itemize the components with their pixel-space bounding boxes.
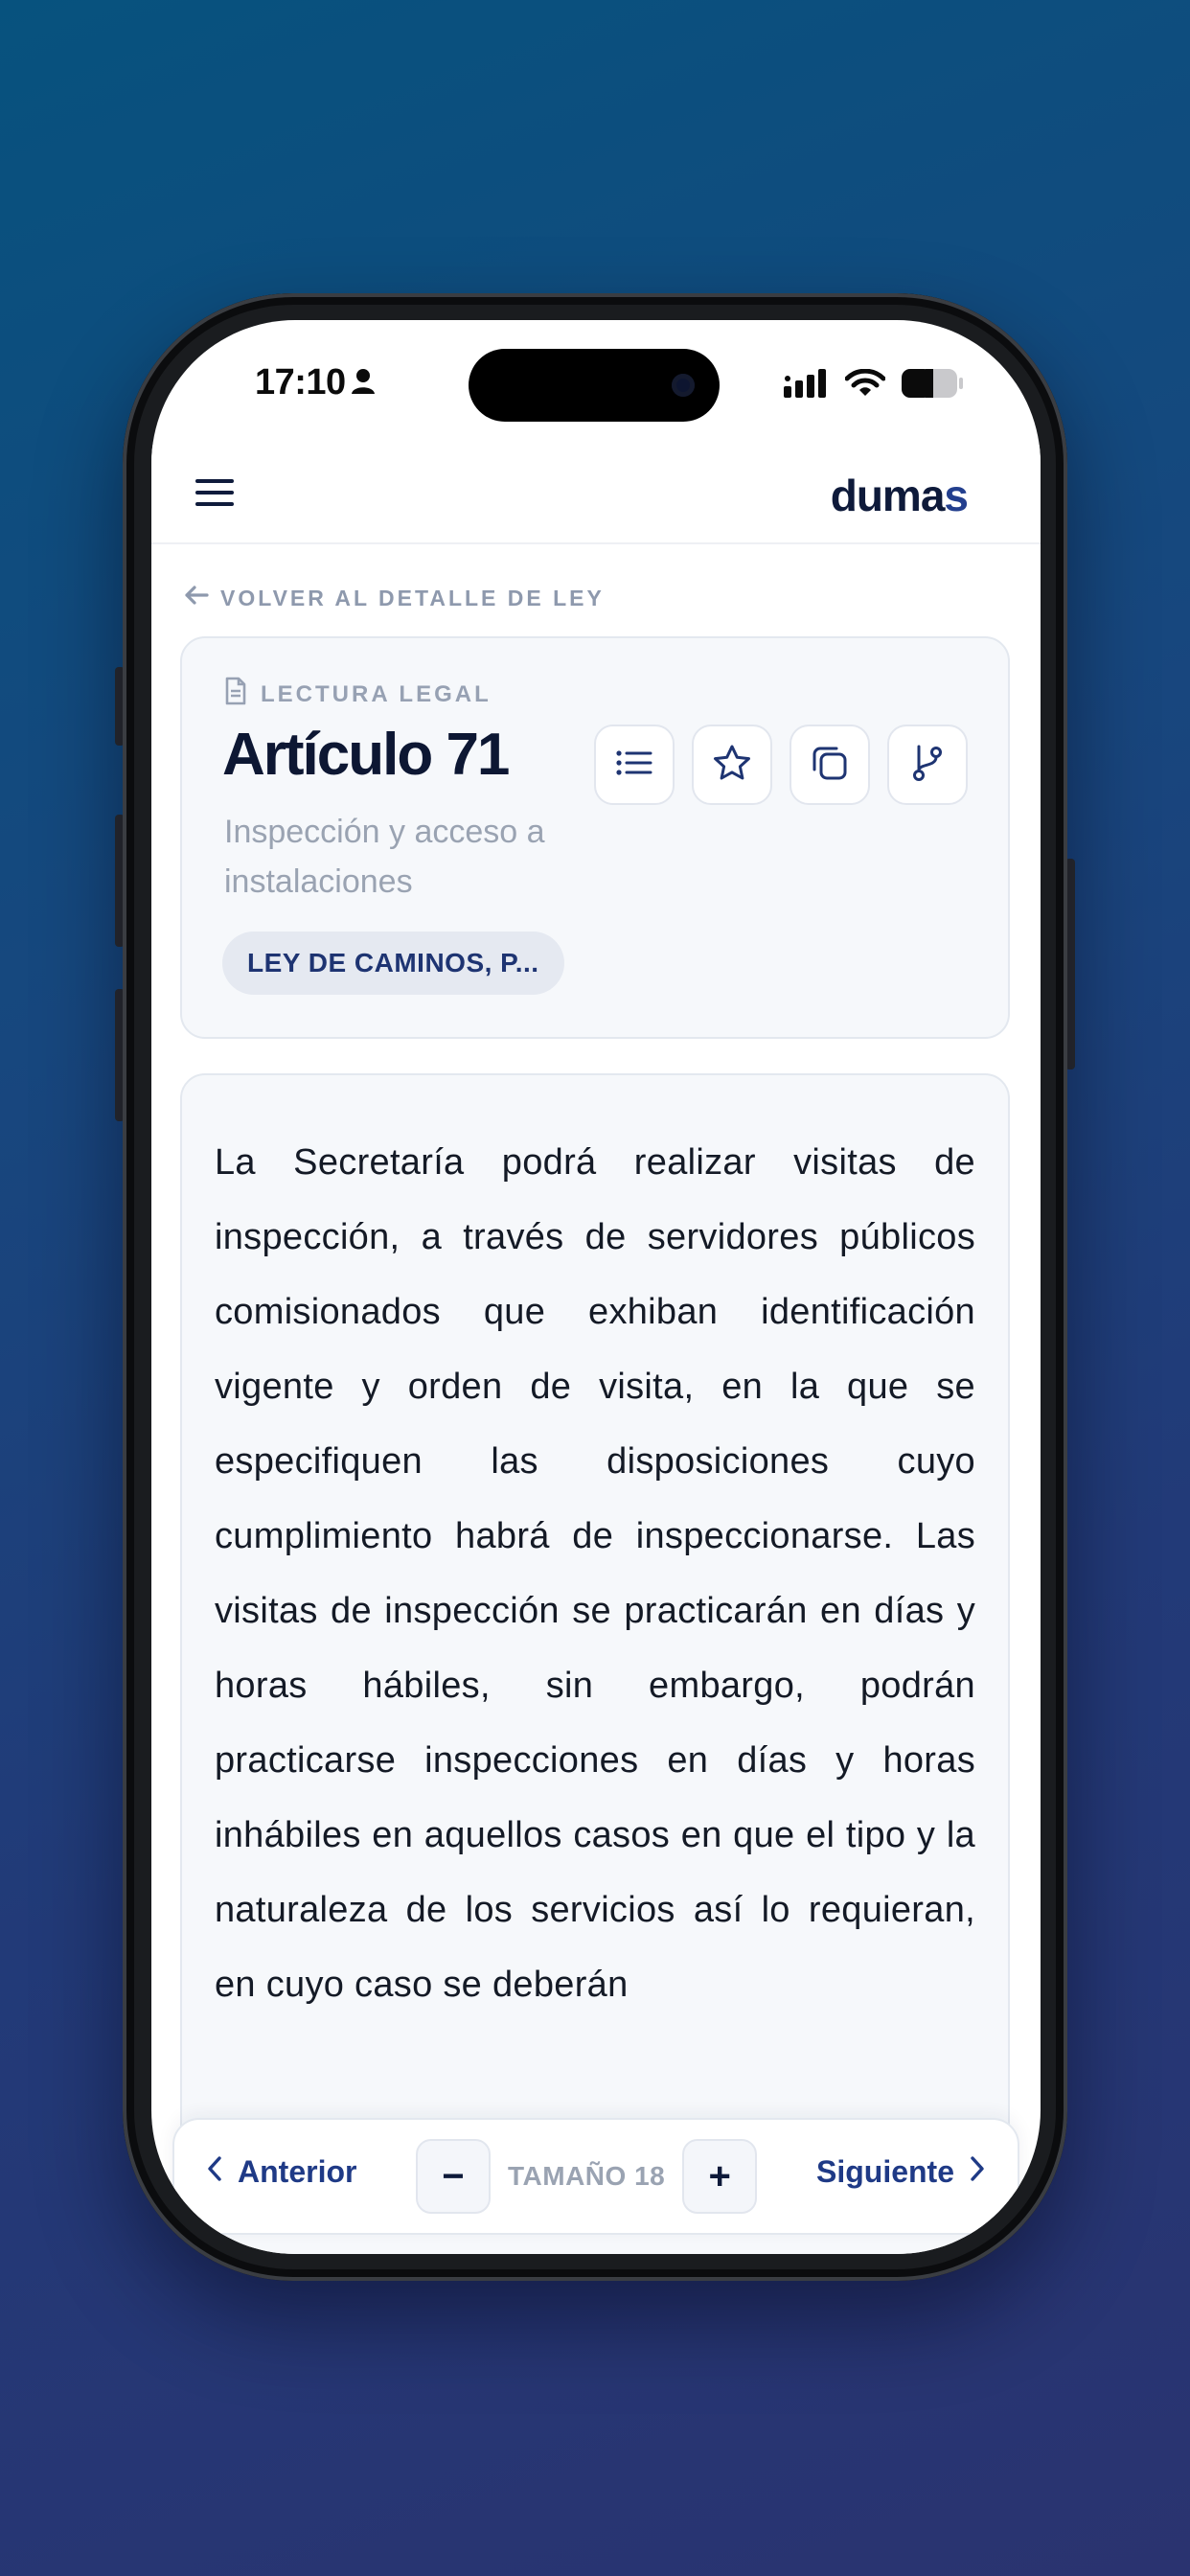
previous-article-button[interactable]: Anterior [207, 2154, 356, 2190]
status-time: 17:10 [255, 362, 346, 402]
list-button[interactable] [594, 724, 675, 805]
plus-icon: + [708, 2154, 731, 2197]
article-actions [594, 724, 968, 805]
decrease-font-button[interactable]: − [416, 2139, 491, 2214]
chevron-right-icon [970, 2154, 985, 2190]
article-body-text: La Secretaría podrá realizar visitas de … [215, 1142, 975, 2005]
brand-logo[interactable]: dumas [830, 470, 969, 521]
brand-accent-text: s [944, 471, 969, 520]
minus-icon: − [442, 2154, 465, 2197]
increase-font-button[interactable]: + [682, 2139, 758, 2214]
font-size-control: − TAMAÑO 18 + [416, 2139, 758, 2214]
law-chip-label: LEY DE CAMINOS, P... [247, 948, 539, 978]
git-branch-icon [911, 743, 944, 788]
cellular-signal-icon [784, 369, 830, 402]
law-chip[interactable]: LEY DE CAMINOS, P... [222, 932, 564, 995]
article-subtitle: Inspección y acceso a instalaciones [224, 814, 545, 900]
copy-button[interactable] [790, 724, 870, 805]
article-title: Artículo 71 [222, 722, 510, 788]
back-link-label: VOLVER AL DETALLE DE LEY [220, 585, 605, 610]
favorite-button[interactable] [692, 724, 772, 805]
battery-icon [901, 368, 964, 403]
back-to-law-detail-link[interactable]: VOLVER AL DETALLE DE LEY [184, 585, 605, 611]
hamburger-menu-icon[interactable] [195, 479, 234, 510]
copy-icon [811, 744, 849, 787]
next-label: Siguiente [815, 2154, 954, 2189]
kicker-label: LECTURA LEGAL [261, 680, 492, 707]
versions-button[interactable] [887, 724, 968, 805]
previous-label: Anterior [238, 2154, 357, 2189]
star-icon [712, 744, 752, 787]
app-header: dumas [151, 445, 1041, 544]
article-body-card: La Secretaría podrá realizar visitas de … [180, 1073, 1010, 2254]
arrow-left-icon [184, 585, 209, 611]
font-size-label: TAMAÑO 18 [508, 2161, 666, 2191]
phone-screen: 17:10 dumas VOLVER AL DETALLE DE LEY LEC… [151, 320, 1041, 2254]
person-icon [351, 368, 376, 400]
brand-text: duma [830, 471, 946, 520]
wifi-icon [844, 368, 886, 402]
article-header-card: LECTURA LEGAL Artículo 71 Inspección y a… [180, 636, 1010, 1039]
next-article-button[interactable]: Siguiente [816, 2154, 985, 2190]
chevron-left-icon [207, 2154, 222, 2190]
document-icon [224, 677, 247, 712]
reader-bottom-bar: Anterior − TAMAÑO 18 + Siguiente [172, 2118, 1019, 2235]
section-kicker: LECTURA LEGAL [224, 677, 492, 712]
dynamic-island [469, 349, 720, 422]
status-icons [784, 368, 964, 403]
list-icon [615, 748, 653, 783]
